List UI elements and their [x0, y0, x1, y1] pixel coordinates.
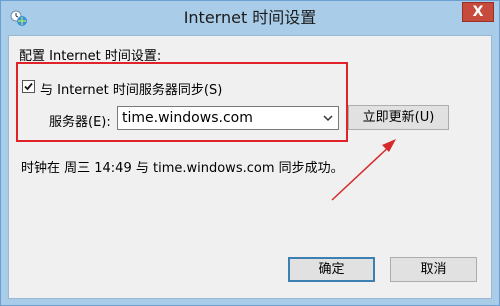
checkmark-icon: [24, 82, 33, 91]
server-select[interactable]: time.windows.com: [117, 106, 339, 130]
ok-button[interactable]: 确定: [288, 257, 375, 282]
sync-checkbox[interactable]: [22, 80, 35, 93]
close-button[interactable]: X: [462, 2, 494, 22]
sync-checkbox-label[interactable]: 与 Internet 时间服务器同步(S): [40, 79, 222, 98]
close-icon: X: [472, 4, 484, 20]
server-label: 服务器(E):: [49, 115, 111, 130]
chevron-down-icon: [323, 115, 333, 122]
server-select-value: time.windows.com: [122, 110, 253, 126]
dialog-window: Internet 时间设置 X 配置 Internet 时间设置: 与 Inte…: [0, 0, 500, 306]
sync-status-text: 时钟在 周三 14:49 与 time.windows.com 同步成功。: [21, 161, 344, 176]
window-title: Internet 时间设置: [183, 8, 317, 27]
highlight-box: [16, 62, 348, 142]
cancel-button[interactable]: 取消: [390, 257, 477, 282]
update-now-button[interactable]: 立即更新(U): [348, 105, 449, 130]
dialog-content: 配置 Internet 时间设置: 与 Internet 时间服务器同步(S) …: [8, 35, 492, 299]
title-bar[interactable]: Internet 时间设置 X: [1, 1, 499, 35]
